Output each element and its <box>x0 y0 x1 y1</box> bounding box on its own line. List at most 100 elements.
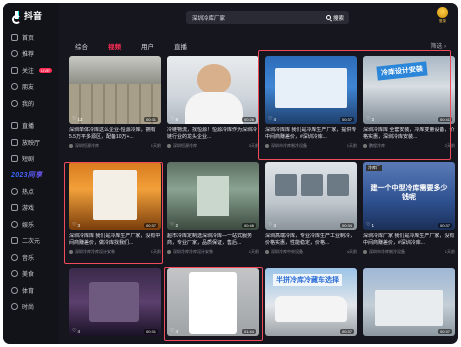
home-icon <box>11 33 18 41</box>
video-author[interactable]: 深圳冷库中央设备 <box>271 249 303 255</box>
video-title[interactable]: 冷链物流，找恒源！恒源冷库作为深圳冷链行业的龙头企业... <box>167 127 259 141</box>
tab-all[interactable]: 综合 <box>75 41 88 51</box>
sidebar-item-friends[interactable]: 朋友 <box>3 79 59 96</box>
video-card[interactable]: ♡ 4 00:31 <box>69 268 161 336</box>
author-avatar <box>69 250 73 254</box>
ball-icon <box>11 286 18 294</box>
video-title[interactable]: 深圳单体冷库这么企业-恒源冷库，拥有5.5万平多源区，配备10万+... <box>69 127 161 141</box>
video-title[interactable]: 深圳冷库厂家 我们是冷库生产厂家，没有中间商赚差价，#深圳冷库... <box>363 233 455 247</box>
fan-unit <box>301 174 323 196</box>
user-menu[interactable]: 登录 <box>437 7 448 24</box>
sidebar-item-home[interactable]: 首页 <box>3 29 59 46</box>
video-author[interactable]: 深圳冷库冷库设计安装 <box>75 249 115 255</box>
video-title[interactable]: 深圳冷库库 我们是冷库生产厂家，没有中间商赚差价，做冷库找我们... <box>69 233 161 247</box>
video-author[interactable]: 深圳恒源冷库 <box>173 143 197 149</box>
video-thumbnail[interactable]: ♡ 9 00:26 <box>167 56 259 124</box>
fire-icon <box>11 187 18 195</box>
video-date: 1天前 <box>346 143 357 148</box>
sidebar-item-music[interactable]: 音乐 <box>3 249 59 266</box>
video-thumbnail[interactable]: ♡ 3 00:37 <box>69 162 161 230</box>
video-card[interactable]: ♡ 12 00:31 深圳单体冷库这么企业-恒源冷库，拥有5.5万平多源区，配备1… <box>69 56 161 149</box>
sidebar-item-anime[interactable]: 二次元 <box>3 233 59 250</box>
avatar[interactable] <box>437 7 448 18</box>
fan-unit <box>275 174 297 196</box>
video-title[interactable]: 深圳冷库库 我们是冷库生产厂家，提供专中间商赚差价，#深圳冷库... <box>265 127 357 141</box>
sidebar-item-recommend[interactable]: 推荐 <box>3 46 59 63</box>
video-date: 2天前 <box>444 143 455 148</box>
sidebar-item-hot[interactable]: 热点 <box>3 183 59 200</box>
video-author[interactable]: 深圳市冷库制冷设备 <box>271 143 307 149</box>
sidebar-item-sports[interactable]: 体育 <box>3 282 59 299</box>
video-duration: 00:37 <box>437 223 452 228</box>
sidebar-item-cinema[interactable]: 放映厅 <box>3 134 59 151</box>
video-card[interactable]: ♡ 3 00:37 深圳冷库库 我们是冷库生产厂家，没有中间商赚差价，做冷库找我们… <box>69 162 161 255</box>
sidebar-item-game[interactable]: 游戏 <box>3 200 59 217</box>
video-thumbnail[interactable]: 冷库厂 建一个中型冷库需要多少钱呢 ♡ 1 00:37 <box>363 162 455 230</box>
video-card[interactable]: 冷库设计安装 ♡ 3 00:41 深圳冷库库 全套安装，冷库变量设备，价格实惠，深… <box>363 56 455 149</box>
cold-room-image <box>275 68 347 108</box>
video-duration: 00:41 <box>437 117 452 122</box>
banner-text: 建一个中型冷库需要多少钱呢 <box>370 185 448 201</box>
tab-video[interactable]: 视频 <box>108 41 121 51</box>
phone-screen <box>189 272 237 334</box>
heart-icon: ♡ <box>72 116 77 122</box>
video-card[interactable]: ♡ 2 00:46 超市冷库定制选深圳冷库—一站式服务商，专业厂家，品质保证，售后… <box>167 162 259 255</box>
heart-icon: ♡ <box>366 116 371 122</box>
video-card[interactable]: ♡ 4 00:37 深圳冷库库 我们是冷库生产厂家，提供专中间商赚差价，#深圳冷库… <box>265 56 357 149</box>
author-avatar <box>167 144 171 148</box>
video-author[interactable]: 深圳冷库冷库设计安装 <box>173 249 213 255</box>
video-thumbnail[interactable]: ♡ 3 00:34 <box>265 162 357 230</box>
author-avatar <box>69 144 73 148</box>
search-input[interactable]: 深圳冷库厂家 <box>186 14 326 22</box>
video-thumbnail[interactable]: ♡ 2 00:46 <box>167 162 259 230</box>
corridor <box>197 176 229 216</box>
video-thumbnail[interactable]: ♡ 4 01:44 <box>167 268 259 336</box>
video-card[interactable]: 00:37 <box>363 268 455 336</box>
video-author[interactable]: 鹏程冷库 <box>369 143 385 149</box>
cinema-icon <box>11 138 18 146</box>
video-title[interactable]: 深圳高端冷库，专业冷库生产工业制冷，价格实惠，性能稳定，价格... <box>265 233 357 247</box>
sidebar-item-mine[interactable]: 我的 <box>3 95 59 112</box>
login-label[interactable]: 登录 <box>439 19 446 24</box>
sidebar: 抖音 首页 推荐 关注 LIVE 朋友 我的 直播 放映厅 短剧 2023同享 热… <box>3 3 59 344</box>
tab-live[interactable]: 直播 <box>174 41 187 51</box>
search-button[interactable]: 搜索 <box>325 14 349 22</box>
author-avatar <box>265 250 269 254</box>
video-thumbnail[interactable]: 半拼冷库冷藏车选择 00:37 <box>265 268 357 336</box>
video-title[interactable]: 超市冷库定制选深圳冷库—一站式服务商，专业厂家，品质保证，售后... <box>167 233 259 247</box>
author-avatar <box>363 144 367 148</box>
video-date: 3天前 <box>248 143 259 148</box>
video-thumbnail[interactable]: 00:37 <box>363 268 455 336</box>
video-card[interactable]: ♡ 3 00:34 深圳高端冷库，专业冷库生产工业制冷，价格实惠，性能稳定，价格.… <box>265 162 357 255</box>
anime-icon <box>11 237 18 245</box>
author-avatar <box>167 250 171 254</box>
sidebar-item-entertainment[interactable]: 娱乐 <box>3 216 59 233</box>
sidebar-item-food[interactable]: 美食 <box>3 266 59 283</box>
video-author[interactable]: 深圳恒源冷库 <box>75 143 99 149</box>
video-title[interactable]: 深圳冷库库 全套安装，冷库变量设备，价格实惠，深圳冷库安装... <box>363 127 455 141</box>
filter-button[interactable]: 筛选 › <box>430 41 446 50</box>
video-thumbnail[interactable]: ♡ 12 00:31 <box>69 56 161 124</box>
sidebar-item-follow[interactable]: 关注 LIVE <box>3 62 59 79</box>
year-tag[interactable]: 2023同享 <box>11 170 59 180</box>
sidebar-item-fashion[interactable]: 时尚 <box>3 299 59 316</box>
heart-icon: ♡ <box>170 116 175 122</box>
video-thumbnail[interactable]: ♡ 4 00:37 <box>265 56 357 124</box>
app-logo[interactable]: 抖音 <box>12 9 42 24</box>
video-card[interactable]: 冷库厂 建一个中型冷库需要多少钱呢 ♡ 1 00:37 深圳冷库厂家 我们是冷库生… <box>363 162 455 255</box>
heart-icon: ♡ <box>268 222 273 228</box>
video-date: 1天前 <box>444 249 455 254</box>
video-card[interactable]: ♡ 9 00:26 冷链物流，找恒源！恒源冷库作为深圳冷链行业的龙头企业... 深… <box>167 56 259 149</box>
video-author[interactable]: 深圳市冷库制冷设备 <box>369 249 405 255</box>
douyin-logo-icon <box>12 10 22 24</box>
video-duration: 00:31 <box>143 329 158 334</box>
studio-scene <box>89 282 139 322</box>
tab-users[interactable]: 用户 <box>141 41 154 51</box>
sidebar-item-short-drama[interactable]: 短剧 <box>3 151 59 168</box>
author-avatar <box>363 250 367 254</box>
video-card[interactable]: ♡ 4 01:44 <box>167 268 259 336</box>
video-card[interactable]: 半拼冷库冷藏车选择 00:37 <box>265 268 357 336</box>
sidebar-item-live[interactable]: 直播 <box>3 118 59 135</box>
video-thumbnail[interactable]: ♡ 4 00:31 <box>69 268 161 336</box>
video-thumbnail[interactable]: 冷库设计安装 ♡ 3 00:41 <box>363 56 455 124</box>
